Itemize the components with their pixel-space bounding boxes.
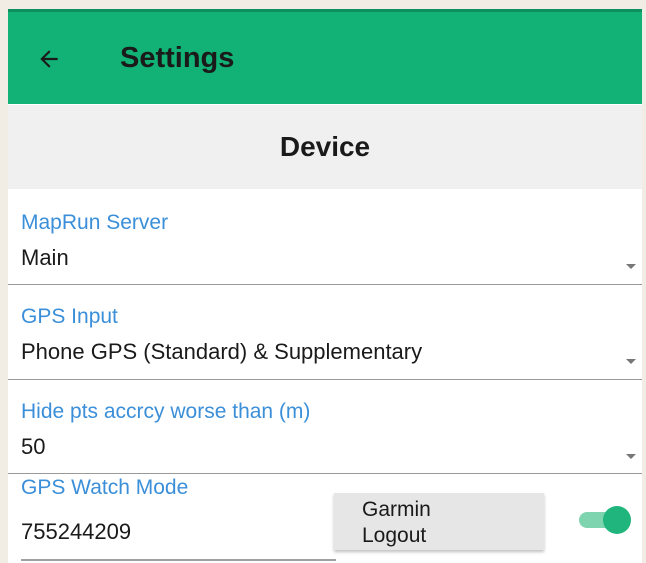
gps-input-label: GPS Input xyxy=(21,305,118,328)
gps-input-select[interactable]: GPS Input Phone GPS (Standard) & Supplem… xyxy=(8,285,642,379)
dropdown-arrow-icon xyxy=(626,264,636,269)
accuracy-threshold-label: Hide pts accrcy worse than (m) xyxy=(21,400,311,423)
maprun-server-value: Main xyxy=(21,245,69,270)
gps-watch-mode-label: GPS Watch Mode xyxy=(21,476,189,499)
watch-id-field[interactable]: 755244209 xyxy=(21,519,131,545)
accuracy-threshold-value: 50 xyxy=(21,434,46,459)
toggle-thumb xyxy=(603,506,631,534)
maprun-server-label: MapRun Server xyxy=(21,211,169,234)
dropdown-arrow-icon xyxy=(626,359,636,364)
divider xyxy=(8,473,642,474)
arrow-left-icon[interactable] xyxy=(36,46,62,72)
gps-input-value: Phone GPS (Standard) & Supplementary xyxy=(21,339,423,364)
section-header-device: Device xyxy=(8,105,642,189)
accuracy-threshold-select[interactable]: Hide pts accrcy worse than (m) 50 xyxy=(8,380,642,474)
watch-id-underline xyxy=(21,559,336,561)
maprun-server-select[interactable]: MapRun Server Main xyxy=(8,189,642,284)
app-bar: Settings xyxy=(8,9,642,104)
settings-screen: Settings Device MapRun Server Main GPS I… xyxy=(8,9,642,563)
garmin-logout-button[interactable]: Garmin Logout xyxy=(334,493,544,550)
gps-watch-mode-toggle[interactable] xyxy=(577,504,633,534)
page-title: Settings xyxy=(120,42,235,74)
dropdown-arrow-icon xyxy=(626,454,636,459)
garmin-logout-label: Garmin Logout xyxy=(362,498,431,547)
